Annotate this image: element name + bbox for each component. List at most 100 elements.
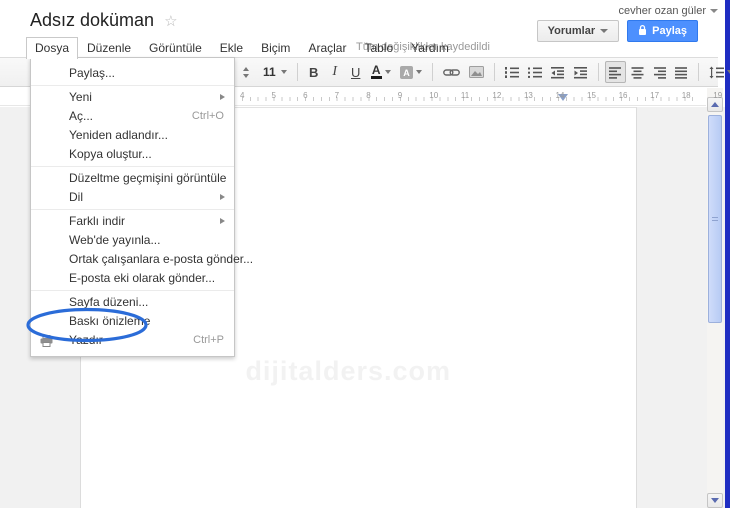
outdent-button[interactable] — [547, 61, 569, 83]
chevron-up-icon — [711, 102, 719, 107]
justify-button[interactable] — [671, 61, 692, 83]
menubar: Dosya Düzenle Görüntüle Ekle Biçim Araçlar Tab… — [26, 37, 458, 59]
menu-item-label: Aç... — [69, 109, 94, 123]
menubar-item-dosya[interactable]: Dosya — [26, 37, 79, 59]
menubar-item-biçim[interactable]: Biçim — [252, 37, 299, 57]
ruler-number: 8 — [366, 91, 371, 100]
toolbar-separator — [697, 63, 699, 81]
menu-item-label: Düzeltme geçmişini görüntüle — [69, 171, 227, 185]
share-button[interactable]: Paylaş — [627, 20, 698, 42]
menu-item-label: E-posta eki olarak gönder... — [69, 271, 216, 285]
underline-button[interactable]: U — [346, 61, 366, 83]
font-size-select[interactable]: 11 — [257, 61, 291, 83]
file-menu-item[interactable]: Yazdır Ctrl+P — [31, 331, 234, 350]
menu-item-label: Dil — [69, 190, 83, 204]
menu-item-label: Baskı önizleme — [69, 314, 151, 328]
menu-shortcut: Ctrl+O — [191, 110, 224, 122]
header-actions: Yorumlar Paylaş — [536, 20, 698, 42]
file-menu-item[interactable]: Paylaş... — [31, 64, 234, 83]
file-menu-item[interactable]: Sayfa düzeni... — [31, 293, 234, 312]
ruler-number: 12 — [492, 91, 502, 100]
toolbar-separator — [597, 63, 599, 81]
chevron-down-icon — [415, 70, 422, 74]
menubar-item-görüntüle[interactable]: Görüntüle — [140, 37, 211, 57]
menubar-item-tablo[interactable]: Tablo — [355, 37, 402, 57]
file-menu-item[interactable]: Farklı indir — [31, 212, 234, 231]
file-menu-item[interactable]: Yeni — [31, 88, 234, 107]
align-center-button[interactable] — [627, 61, 648, 83]
ruler-number: 10 — [429, 91, 439, 100]
account-name: cevher ozan güler — [618, 5, 706, 17]
google-docs-app: cevher ozan güler Adsız doküman ☆ Yorumla… — [0, 0, 730, 508]
menu-item-label: Sayfa düzeni... — [69, 295, 149, 309]
numbered-list-button[interactable] — [501, 61, 523, 83]
font-size-stepper[interactable] — [236, 61, 256, 83]
title-row: Adsız doküman ☆ — [30, 10, 178, 31]
ruler-number: 5 — [271, 91, 276, 100]
menu-divider — [31, 85, 234, 86]
chevron-down-icon — [384, 70, 391, 74]
menu-divider — [31, 166, 234, 167]
italic-button[interactable]: I — [325, 61, 345, 83]
star-icon[interactable]: ☆ — [164, 13, 177, 30]
insert-link-button[interactable] — [439, 61, 464, 83]
menu-item-label: Paylaş... — [69, 66, 116, 80]
menu-item-label: Yazdır — [69, 333, 103, 347]
menu-divider — [31, 290, 234, 291]
menu-item-label: Yeniden adlandır... — [69, 128, 168, 142]
ruler-number: 15 — [587, 91, 596, 100]
file-menu-item[interactable]: Aç... Ctrl+O — [31, 107, 234, 126]
scrollbar-grip-icon — [712, 217, 718, 221]
comments-button[interactable]: Yorumlar — [536, 20, 620, 42]
account-menu[interactable]: cevher ozan güler — [619, 5, 718, 17]
file-menu-item-highlighted[interactable]: Baskı önizleme — [31, 312, 234, 331]
chevron-down-icon — [710, 9, 718, 14]
file-menu-item[interactable]: Dil — [31, 188, 234, 207]
scroll-down-button[interactable] — [707, 493, 723, 508]
file-menu-item[interactable]: Web'de yayınla... — [31, 231, 234, 250]
ruler-number: 14 — [555, 91, 565, 100]
file-menu-item[interactable]: E-posta eki olarak gönder... — [31, 269, 234, 288]
menu-shortcut: Ctrl+P — [193, 334, 224, 346]
toolbar-separator — [296, 63, 298, 81]
align-right-button[interactable] — [649, 61, 670, 83]
share-button-label: Paylaş — [652, 25, 687, 37]
file-menu-item[interactable]: Ortak çalışanlara e-posta gönder... — [31, 250, 253, 269]
chevron-down-icon — [280, 70, 287, 74]
scrollbar-thumb[interactable] — [708, 115, 722, 323]
submenu-arrow-icon — [220, 218, 225, 224]
indent-button[interactable] — [570, 61, 592, 83]
ruler-number: 6 — [303, 91, 308, 100]
document-title[interactable]: Adsız doküman — [30, 10, 154, 30]
submenu-arrow-icon — [220, 194, 225, 200]
file-menu-item[interactable]: Kopya oluştur... — [31, 145, 234, 164]
vertical-scrollbar[interactable] — [707, 88, 723, 508]
menubar-item-araçlar[interactable]: Araçlar — [299, 37, 355, 57]
printer-icon — [40, 334, 53, 353]
ruler-number: 18 — [681, 91, 691, 100]
toolbar-separator — [431, 63, 433, 81]
ruler-number: 4 — [240, 91, 245, 100]
ruler-number: 9 — [397, 91, 403, 100]
highlight-color-button[interactable]: A — [396, 61, 426, 83]
line-spacing-button[interactable] — [705, 61, 730, 83]
menu-divider — [31, 209, 234, 210]
lock-icon — [638, 24, 647, 39]
menubar-item-ekle[interactable]: Ekle — [211, 37, 252, 57]
bulleted-list-button[interactable] — [524, 61, 546, 83]
align-left-button[interactable] — [604, 61, 626, 83]
text-color-button[interactable]: A — [367, 61, 395, 83]
bold-button[interactable]: B — [304, 61, 324, 83]
menubar-item-düzenle[interactable]: Düzenle — [78, 37, 140, 57]
ruler-number: 13 — [523, 91, 533, 100]
file-menu-item[interactable]: Yeniden adlandır... — [31, 126, 234, 145]
file-menu-item[interactable]: Düzeltme geçmişini görüntüle — [31, 169, 234, 188]
submenu-arrow-icon — [220, 94, 225, 100]
menu-item-label: Web'de yayınla... — [69, 233, 161, 247]
menubar-item-yardım[interactable]: Yardım — [402, 37, 458, 57]
file-menu-dropdown: Paylaş... Yeni Aç... Ctrl+O Yeniden adlandır… — [30, 57, 253, 357]
menu-item-label: Yeni — [69, 90, 92, 104]
ruler-number: 16 — [618, 91, 628, 100]
insert-image-button[interactable] — [465, 61, 488, 83]
menu-item-label: Kopya oluştur... — [69, 147, 152, 161]
